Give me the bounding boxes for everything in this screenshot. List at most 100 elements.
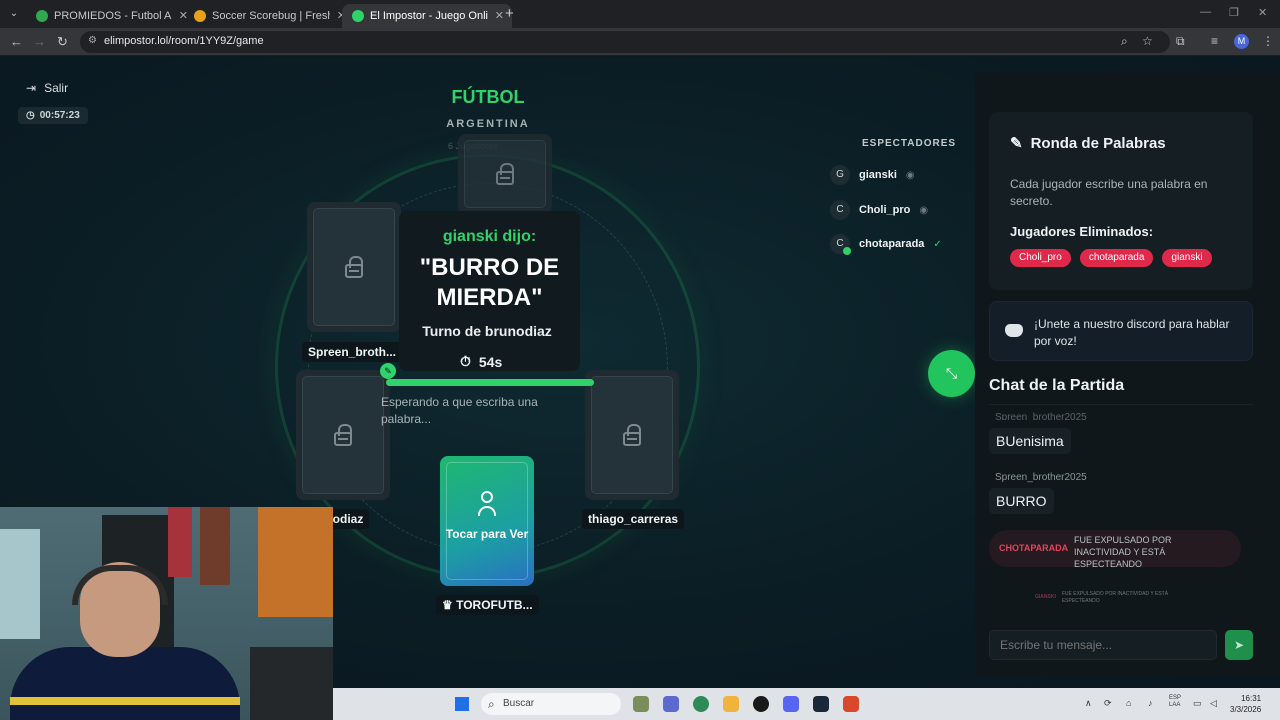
close-tab-icon[interactable]: ✕ <box>495 9 504 22</box>
avatar: C <box>830 234 851 255</box>
game-app-icon[interactable] <box>843 696 859 712</box>
card-face <box>302 376 384 494</box>
chat-author: Spreen_brother2025 <box>995 412 1087 420</box>
bookmark-star-icon[interactable]: ☆ <box>1142 34 1153 48</box>
waiting-text: Esperando a que escriba una palabra... <box>381 395 538 426</box>
spectator-name: Choli_pro <box>859 204 911 216</box>
browser-menu-icon[interactable]: ⋮ <box>1262 34 1274 48</box>
discord-banner[interactable]: ¡Unete a nuestro discord para hablar por… <box>989 301 1253 361</box>
spectator-name: chotaparada <box>859 238 925 250</box>
back-icon[interactable]: ← <box>10 34 23 49</box>
card-face <box>591 376 673 494</box>
tab-search-icon[interactable]: ⌄ <box>6 6 22 22</box>
widgets-icon[interactable] <box>633 696 649 712</box>
file-explorer-icon[interactable] <box>723 696 739 712</box>
turn-progress-fill <box>386 379 594 386</box>
tray-monitor-icon[interactable]: ▭ <box>1193 698 1202 709</box>
windows-start-icon[interactable] <box>455 697 469 711</box>
tray-chevron-icon[interactable]: ∧ <box>1085 698 1092 709</box>
player-card-brunodiaz[interactable] <box>296 370 390 500</box>
promiedos-favicon-icon <box>36 10 48 22</box>
webcam-window <box>0 529 40 639</box>
new-tab-button[interactable]: + <box>505 5 514 22</box>
spectator-row: C chotaparada ✓ <box>830 233 942 255</box>
profile-avatar[interactable]: M <box>1234 34 1249 49</box>
tab-label: PROMIEDOS - Futbol Argentino <box>54 10 172 22</box>
chat-author: Spreen_brother2025 <box>995 472 1087 483</box>
tap-to-view-card[interactable]: Tocar para Ver <box>440 456 534 586</box>
send-icon: ➤ <box>1233 638 1245 652</box>
restore-icon[interactable]: ❐ <box>1229 6 1239 19</box>
tab-label: Soccer Scorebug | Fresh - overlay <box>212 10 330 22</box>
forward-icon[interactable]: → <box>33 34 46 49</box>
player-card-thiago[interactable] <box>585 370 679 500</box>
zoom-icon[interactable]: ⌕ <box>1121 34 1128 49</box>
toggle-panel-button[interactable]: ⤡ <box>928 350 975 397</box>
browser-tab-scorebug[interactable]: Soccer Scorebug | Fresh - overlay ✕ <box>184 4 354 28</box>
player-card-spreen[interactable] <box>307 202 401 332</box>
stopwatch-icon: ◷ <box>26 110 35 121</box>
chat-message: BURRO <box>989 488 1054 514</box>
exit-button[interactable]: ⇥ Salir <box>26 81 68 95</box>
player-name-spreen: Spreen_broth... <box>302 342 403 362</box>
turn-progress-bar <box>386 379 594 386</box>
discord-app-icon[interactable] <box>783 696 799 712</box>
taskbar-clock[interactable]: 16:31 3/3/2026 <box>1230 693 1261 715</box>
last-word-box: gianski dijo: "BURRO DE MIERDA" <box>399 211 580 371</box>
lock-icon <box>623 424 641 446</box>
reload-icon[interactable]: ↻ <box>57 34 68 50</box>
chat-message: BUenisima <box>989 428 1071 454</box>
taskbar-search[interactable]: Buscar <box>481 693 621 715</box>
eliminated-title: Jugadores Eliminados: <box>1010 224 1154 239</box>
tray-volume-icon[interactable]: ◁ <box>1210 698 1217 709</box>
chrome-icon[interactable] <box>693 696 709 712</box>
eye-icon: ◉ <box>905 169 915 181</box>
tray-network-icon[interactable]: ⌂ <box>1126 698 1131 708</box>
writing-pencil-icon: ✎ <box>380 363 396 379</box>
turn-countdown: ⏱ 54s <box>460 353 502 370</box>
my-player-name: ♛ TOROFUTB... <box>436 595 539 615</box>
tray-mic-icon[interactable]: ♪ <box>1148 698 1153 708</box>
scorebug-favicon-icon <box>194 10 206 22</box>
spectator-row: C Choli_pro ◉ <box>830 199 928 221</box>
elapsed-timer: ◷ 00:57:23 <box>18 107 88 124</box>
extensions-icon[interactable]: ⧉ <box>1176 34 1185 49</box>
round-info-box: ✎ Ronda de Palabras Cada jugador escribe… <box>989 112 1253 290</box>
url-field[interactable]: ⚙ elimpostor.lol/room/1YY9Z/game <box>80 31 1170 53</box>
webcam-shirt-stripe <box>10 697 240 705</box>
media-control-icon[interactable]: ≡ <box>1211 34 1218 48</box>
player-name-thiago: thiago_carreras <box>582 509 685 529</box>
impostor-favicon-icon <box>352 10 364 22</box>
send-button[interactable]: ➤ <box>1225 630 1253 660</box>
close-window-icon[interactable]: ✕ <box>1258 6 1267 19</box>
player-card-top[interactable] <box>458 134 552 214</box>
tray-language[interactable]: ESP LAA <box>1169 695 1181 709</box>
avatar: C <box>830 200 850 220</box>
tray-sync-icon[interactable]: ⟳ <box>1104 698 1112 709</box>
lock-icon <box>496 163 514 185</box>
webcam-poster <box>200 507 230 585</box>
browser-tab-impostor[interactable]: El Impostor - Juego Online Gratis ✕ <box>342 4 512 28</box>
webcam-person-body <box>10 647 240 720</box>
browser-tab-promiedos[interactable]: PROMIEDOS - Futbol Argentino ✕ <box>26 4 196 28</box>
category-title: FÚTBOL <box>451 87 525 107</box>
steam-icon[interactable] <box>813 696 829 712</box>
avatar: G <box>830 165 850 185</box>
collapse-icon: ⤡ <box>945 365 958 381</box>
tap-to-view-label: Tocar para Ver <box>445 527 529 541</box>
exit-label: Salir <box>44 81 69 95</box>
system-message: GIANSKI FUE EXPULSADO POR INACTIVIDAD Y … <box>1035 591 1215 605</box>
spectator-name: gianski <box>859 169 897 181</box>
online-dot <box>843 247 851 255</box>
stopwatch-icon: ⏱ <box>460 353 471 369</box>
site-info-icon[interactable]: ⚙ <box>88 35 97 46</box>
obs-icon[interactable] <box>753 696 769 712</box>
system-message-text: FUE EXPULSADO POR INACTIVIDAD Y ESTÁ ESP… <box>1074 535 1172 569</box>
minimize-icon[interactable]: — <box>1200 6 1211 18</box>
windows-taskbar: Buscar ∧ ⟳ ⌂ ♪ ESP LAA ▭ ◁ 16:31 3/3/202… <box>333 688 1280 720</box>
chat-input[interactable] <box>989 630 1217 660</box>
webcam-monitor <box>250 647 333 720</box>
discord-text: ¡Unete a nuestro discord para hablar por… <box>1034 317 1230 348</box>
chat-title: Chat de la Partida <box>989 377 1125 394</box>
teams-icon[interactable] <box>663 696 679 712</box>
